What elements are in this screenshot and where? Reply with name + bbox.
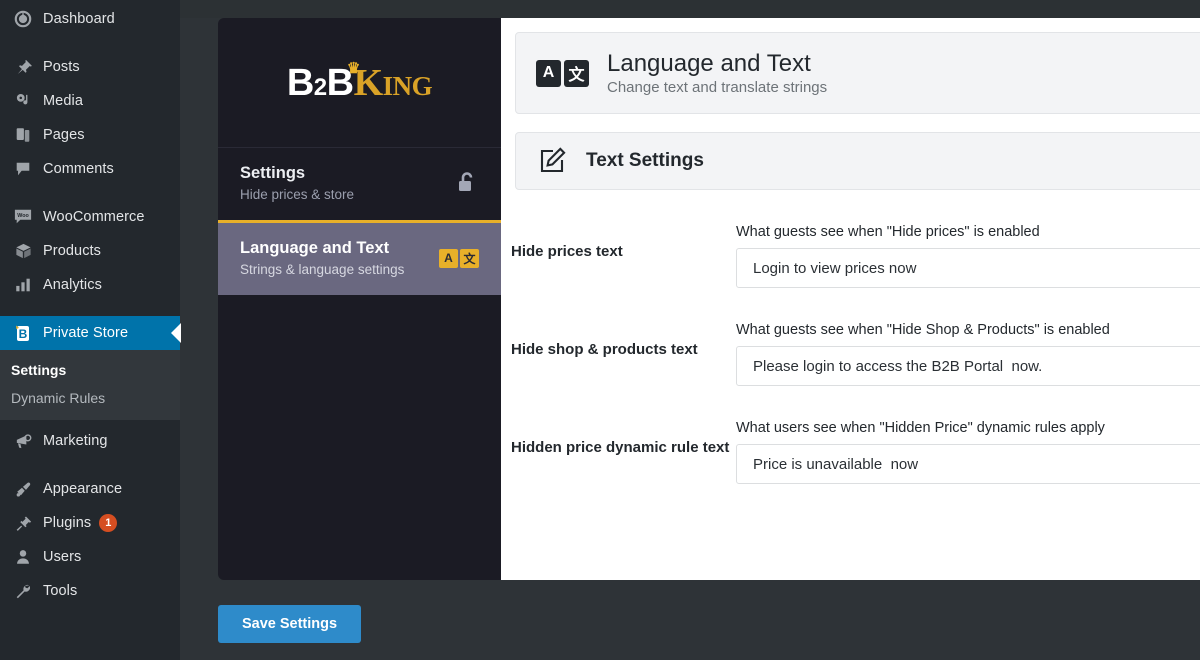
edit-pencil-icon: [536, 145, 568, 177]
sidebar-item-dynamic-rules[interactable]: Dynamic Rules: [0, 384, 180, 412]
b2bking-nav-panel: ♛ B2BKING Settings Hide prices & store L…: [218, 18, 501, 580]
menu-subtitle: Hide prices & store: [240, 187, 355, 202]
logo-2: 2: [313, 73, 327, 101]
paintbrush-icon: [11, 479, 35, 499]
sidebar-divider: [0, 302, 180, 316]
menu-title: Language and Text: [240, 239, 390, 257]
svg-text:B: B: [19, 327, 28, 341]
svg-text:Woo: Woo: [17, 213, 29, 219]
form-row: Hide shop & products text What guests se…: [501, 322, 1200, 386]
bar-chart-icon: [11, 275, 35, 295]
media-icon: [11, 91, 35, 111]
admin-top-bar: [0, 0, 1200, 18]
active-arrow-icon: [171, 323, 181, 343]
comment-icon: [11, 159, 35, 179]
field-description: What guests see when "Hide prices" is en…: [736, 224, 1040, 240]
wp-admin-sidebar: Dashboard Posts Media Pages Comments Woo…: [0, 0, 181, 660]
badge-letter-z: 文: [460, 248, 479, 268]
sidebar-label: Posts: [43, 59, 80, 75]
menu-title: Settings: [240, 164, 306, 182]
sidebar-label: Analytics: [43, 277, 102, 293]
sidebar-item-tools[interactable]: Tools: [0, 574, 180, 608]
pages-icon: [11, 125, 35, 145]
sidebar-item-products[interactable]: Products: [0, 234, 180, 268]
sidebar-label: Tools: [43, 583, 78, 599]
sidebar-item-analytics[interactable]: Analytics: [0, 268, 180, 302]
dashboard-icon: [11, 9, 35, 29]
sidebar-item-pages[interactable]: Pages: [0, 118, 180, 152]
logo-ing: ING: [382, 70, 433, 101]
wrench-icon: [11, 581, 35, 601]
sidebar-label: Pages: [43, 127, 85, 143]
sidebar-item-marketing[interactable]: Marketing: [0, 424, 180, 458]
crown-icon: ♛: [346, 60, 360, 77]
user-icon: [11, 547, 35, 567]
field-label: Hidden price dynamic rule text: [511, 439, 730, 456]
sidebar-label: Media: [43, 93, 83, 109]
pin-icon: [11, 57, 35, 77]
form-row: Hide prices text What guests see when "H…: [501, 224, 1200, 288]
section-title: Text Settings: [586, 150, 704, 171]
plug-icon: [11, 513, 35, 533]
field-label: Hide prices text: [511, 243, 623, 260]
section-header-card: Text Settings: [515, 132, 1200, 190]
sidebar-label: Private Store: [43, 325, 129, 341]
b2b-menu-item-language-and-text[interactable]: Language and Text Strings & language set…: [218, 220, 501, 295]
b2b-menu-item-settings[interactable]: Settings Hide prices & store: [218, 148, 501, 220]
form-row: Hidden price dynamic rule text What user…: [501, 420, 1200, 484]
sidebar-item-comments[interactable]: Comments: [0, 152, 180, 186]
sidebar-item-media[interactable]: Media: [0, 84, 180, 118]
b2bking-icon: B: [11, 323, 35, 343]
sidebar-item-settings[interactable]: Settings: [0, 356, 180, 384]
sidebar-divider: [0, 186, 180, 200]
sidebar-item-appearance[interactable]: Appearance: [0, 472, 180, 506]
badge-letter-a: A: [536, 59, 561, 87]
page-header-card: A 文 Language and Text Change text and tr…: [515, 32, 1200, 114]
translate-badge-icon: A 文: [439, 248, 479, 268]
plugins-update-badge: 1: [99, 514, 118, 532]
sidebar-item-plugins[interactable]: Plugins 1: [0, 506, 180, 540]
badge-letter-z: 文: [564, 59, 589, 87]
sidebar-label: Dashboard: [43, 11, 115, 27]
sidebar-label: Appearance: [43, 481, 123, 497]
hidden-price-dynamic-rule-text-input[interactable]: [736, 444, 1200, 484]
field-label: Hide shop & products text: [511, 341, 698, 358]
field-description: What guests see when "Hide Shop & Produc…: [736, 322, 1110, 338]
sidebar-item-dashboard[interactable]: Dashboard: [0, 2, 180, 36]
hide-shop-products-text-input[interactable]: [736, 346, 1200, 386]
unlock-icon: [455, 170, 479, 196]
menu-subtitle: Strings & language settings: [240, 262, 405, 277]
logo-b1: B: [286, 61, 314, 104]
product-box-icon: [11, 241, 35, 261]
megaphone-icon: [11, 431, 35, 451]
sidebar-item-posts[interactable]: Posts: [0, 50, 180, 84]
settings-content-panel: A 文 Language and Text Change text and tr…: [501, 18, 1200, 580]
text-settings-form: Hide prices text What guests see when "H…: [501, 224, 1200, 484]
save-settings-button[interactable]: Save Settings: [218, 605, 361, 643]
page-title: Language and Text: [607, 49, 811, 77]
sidebar-item-users[interactable]: Users: [0, 540, 180, 574]
sidebar-divider: [0, 458, 180, 472]
badge-letter-a: A: [439, 248, 458, 268]
hide-prices-text-input[interactable]: [736, 248, 1200, 288]
sidebar-label: Users: [43, 549, 82, 565]
sidebar-divider: [0, 36, 180, 50]
sidebar-item-woocommerce[interactable]: Woo WooCommerce: [0, 200, 180, 234]
b2bking-logo: ♛ B2BKING: [218, 18, 501, 148]
sidebar-label: Plugins: [43, 515, 92, 531]
page-subtitle: Change text and translate strings: [607, 79, 828, 97]
woo-icon: Woo: [11, 207, 35, 227]
sidebar-label: Products: [43, 243, 102, 259]
field-description: What users see when "Hidden Price" dynam…: [736, 420, 1105, 436]
sidebar-label: Marketing: [43, 433, 108, 449]
sidebar-label: WooCommerce: [43, 209, 145, 225]
translate-badge-icon: A 文: [536, 59, 589, 87]
sidebar-item-private-store[interactable]: B Private Store: [0, 316, 181, 350]
sidebar-label: Comments: [43, 161, 114, 177]
sidebar-submenu: Settings Dynamic Rules: [0, 350, 180, 420]
